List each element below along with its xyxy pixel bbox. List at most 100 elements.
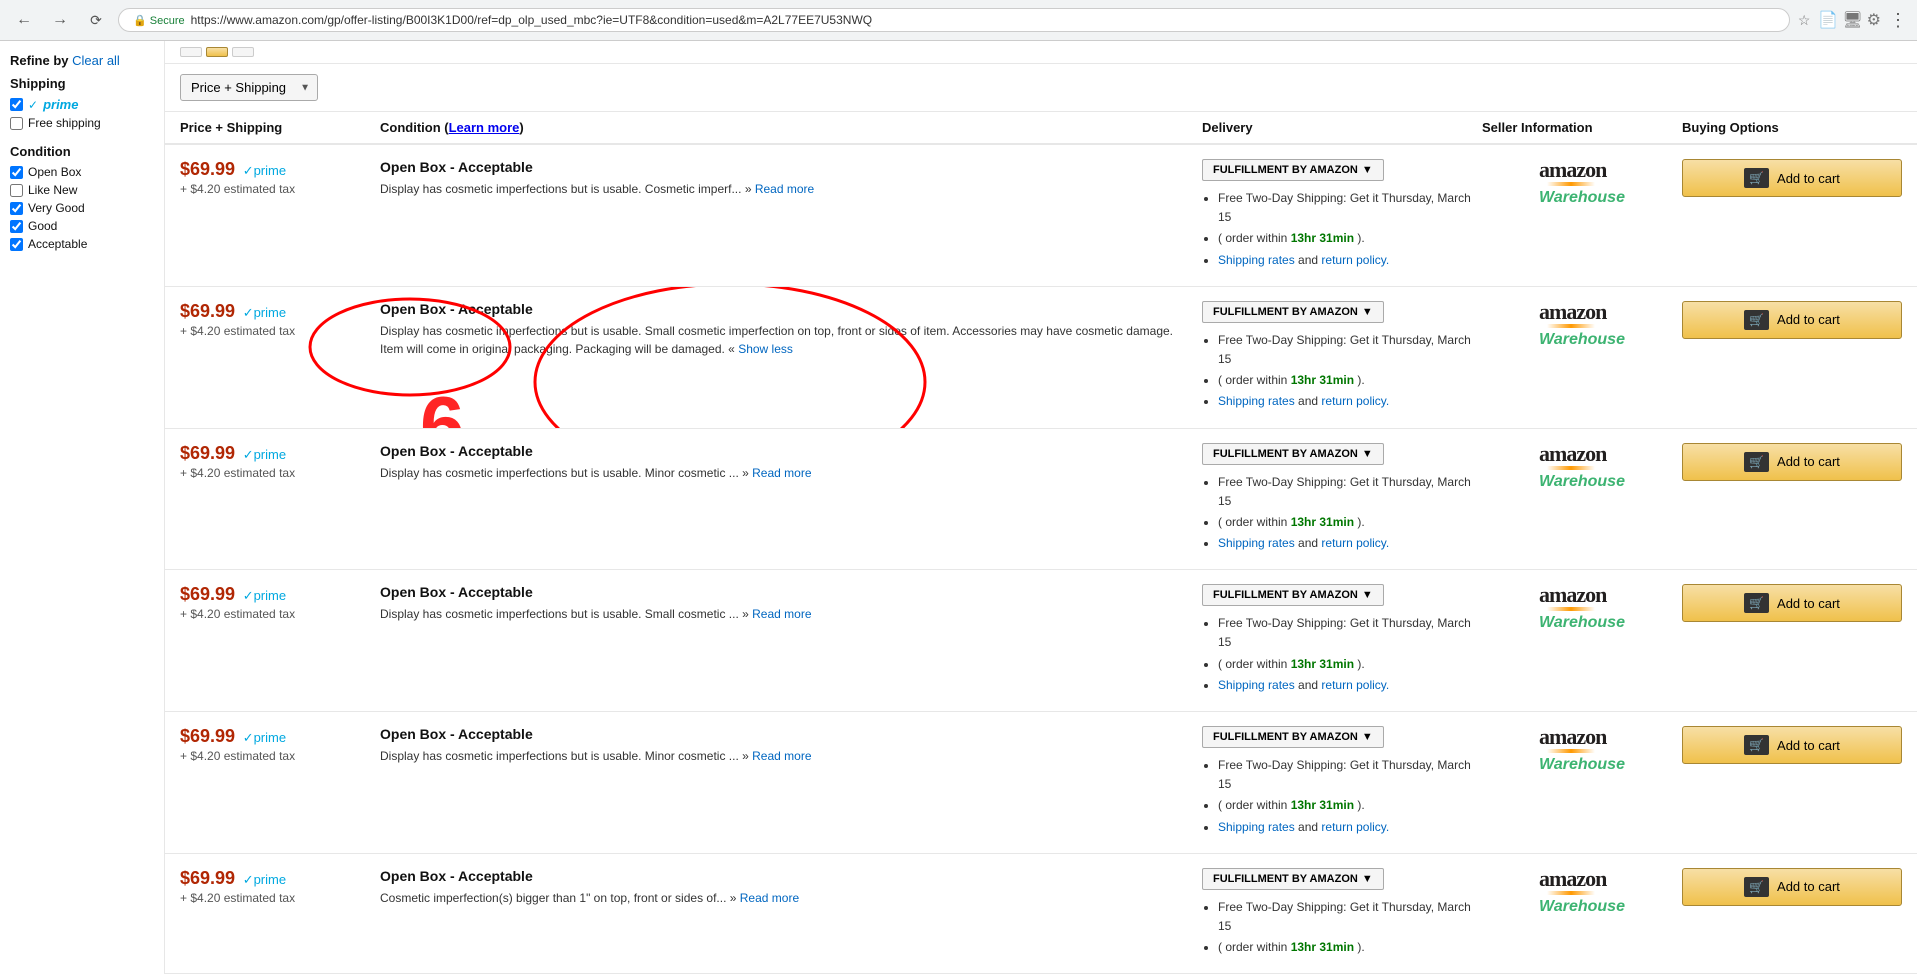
price-col-4: $69.99 ✓prime + $4.20 estimated tax <box>180 584 380 621</box>
delivery-list: Free Two-Day Shipping: Get it Thursday, … <box>1202 189 1482 270</box>
delivery-time-val-2: 13hr 31min <box>1291 373 1354 387</box>
buying-col-4: 🛒 Add to cart <box>1682 584 1902 622</box>
condition-likenew-item[interactable]: Like New <box>10 183 154 197</box>
shipping-filter-group: Shipping ✓ prime Free shipping <box>10 76 154 130</box>
return-policy-link[interactable]: return policy. <box>1321 253 1389 267</box>
address-bar[interactable]: 🔒 Secure https://www.amazon.com/gp/offer… <box>118 8 1790 32</box>
sort-select-wrap[interactable]: Price + Shipping Price Shipping Conditio… <box>180 74 318 101</box>
prime-checkbox[interactable] <box>10 98 23 111</box>
add-to-cart-button-5[interactable]: 🛒 Add to cart <box>1682 726 1902 764</box>
condition-title-highlighted: Open Box - Acceptable <box>380 301 1192 317</box>
condition-title-6: Open Box - Acceptable <box>380 868 1192 884</box>
ext-icon-1[interactable]: 📄 <box>1818 10 1838 30</box>
shipping-rates-link-5[interactable]: Shipping rates <box>1218 820 1295 834</box>
fulfillment-button-highlighted[interactable]: FULFILLMENT BY AMAZON ▼ <box>1202 301 1384 323</box>
listing-row: $69.99 ✓prime + $4.20 estimated tax Open… <box>165 145 1917 287</box>
free-shipping-filter-item[interactable]: Free shipping <box>10 116 154 130</box>
free-shipping-label: Free shipping <box>28 116 101 130</box>
condition-desc-highlighted: Display has cosmetic imperfections but i… <box>380 322 1192 358</box>
page-btn-2[interactable] <box>206 47 228 57</box>
read-more-link-4[interactable]: Read more <box>752 607 811 621</box>
condition-good-item[interactable]: Good <box>10 219 154 233</box>
main-content: Price + Shipping Price Shipping Conditio… <box>165 41 1917 974</box>
price-col-6: $69.99 ✓prime + $4.20 estimated tax <box>180 868 380 905</box>
shipping-rates-link[interactable]: Shipping rates <box>1218 253 1295 267</box>
shipping-rates-link-2[interactable]: Shipping rates <box>1218 394 1295 408</box>
cart-icon-2: 🛒 <box>1744 310 1769 330</box>
prime-badge-highlighted: ✓prime <box>243 305 286 320</box>
sort-select[interactable]: Price + Shipping Price Shipping Conditio… <box>180 74 318 101</box>
dropdown-arrow-icon-6: ▼ <box>1362 873 1373 885</box>
prime-badge-5: ✓prime <box>243 730 286 745</box>
delivery-time-val-4: 13hr 31min <box>1291 657 1354 671</box>
price-tax-6: + $4.20 estimated tax <box>180 891 380 905</box>
price-value-6: $69.99 <box>180 868 235 888</box>
fulfillment-button-6[interactable]: FULFILLMENT BY AMAZON ▼ <box>1202 868 1384 890</box>
condition-openbox-checkbox[interactable] <box>10 166 23 179</box>
bookmark-icon[interactable]: ☆ <box>1798 12 1811 29</box>
back-button[interactable]: ← <box>10 6 38 34</box>
show-less-link[interactable]: Show less <box>738 342 793 356</box>
seller-col-5: amazon Warehouse <box>1482 726 1682 774</box>
delivery-shipping-2: Free Two-Day Shipping: Get it Thursday, … <box>1218 331 1482 369</box>
return-policy-link-4[interactable]: return policy. <box>1321 678 1389 692</box>
condition-acceptable-checkbox[interactable] <box>10 238 23 251</box>
menu-icon[interactable]: ⋮ <box>1889 10 1907 31</box>
read-more-link-6[interactable]: Read more <box>740 891 799 905</box>
condition-col-6: Open Box - Acceptable Cosmetic imperfect… <box>380 868 1202 907</box>
delivery-list-6: Free Two-Day Shipping: Get it Thursday, … <box>1202 898 1482 958</box>
add-to-cart-button-4[interactable]: 🛒 Add to cart <box>1682 584 1902 622</box>
delivery-time-val-5: 13hr 31min <box>1291 798 1354 812</box>
condition-verygood-label: Very Good <box>28 201 85 215</box>
condition-openbox-item[interactable]: Open Box <box>10 165 154 179</box>
return-policy-link-2[interactable]: return policy. <box>1321 394 1389 408</box>
return-policy-link-3[interactable]: return policy. <box>1321 536 1389 550</box>
reload-button[interactable]: ⟳ <box>82 6 110 34</box>
free-shipping-checkbox[interactable] <box>10 117 23 130</box>
fulfillment-button-5[interactable]: FULFILLMENT BY AMAZON ▼ <box>1202 726 1384 748</box>
fulfillment-button[interactable]: FULFILLMENT BY AMAZON ▼ <box>1202 159 1384 181</box>
read-more-link-3[interactable]: Read more <box>752 466 811 480</box>
fulfillment-button-3[interactable]: FULFILLMENT BY AMAZON ▼ <box>1202 443 1384 465</box>
price-tax-3: + $4.20 estimated tax <box>180 466 380 480</box>
learn-more-link[interactable]: Learn more <box>449 120 520 135</box>
add-to-cart-button[interactable]: 🛒 Add to cart <box>1682 159 1902 197</box>
return-policy-link-5[interactable]: return policy. <box>1321 820 1389 834</box>
add-to-cart-button-6[interactable]: 🛒 Add to cart <box>1682 868 1902 906</box>
add-to-cart-button-3[interactable]: 🛒 Add to cart <box>1682 443 1902 481</box>
delivery-policy-4: Shipping rates and return policy. <box>1218 676 1482 695</box>
forward-button[interactable]: → <box>46 6 74 34</box>
condition-likenew-checkbox[interactable] <box>10 184 23 197</box>
shipping-rates-link-4[interactable]: Shipping rates <box>1218 678 1295 692</box>
ext-icon-3[interactable]: ⚙ <box>1867 10 1881 30</box>
read-more-link-5[interactable]: Read more <box>752 749 811 763</box>
price-col-highlighted: $69.99 ✓prime + $4.20 estimated tax <box>180 301 380 338</box>
delivery-shipping-5: Free Two-Day Shipping: Get it Thursday, … <box>1218 756 1482 794</box>
buying-col-highlighted: 🛒 Add to cart <box>1682 301 1902 339</box>
condition-good-checkbox[interactable] <box>10 220 23 233</box>
shipping-rates-link-3[interactable]: Shipping rates <box>1218 536 1295 550</box>
condition-verygood-checkbox[interactable] <box>10 202 23 215</box>
price-value-4: $69.99 <box>180 584 235 604</box>
condition-acceptable-item[interactable]: Acceptable <box>10 237 154 251</box>
svg-text:6: 6 <box>420 380 465 428</box>
condition-verygood-item[interactable]: Very Good <box>10 201 154 215</box>
page-btn-1[interactable] <box>180 47 202 57</box>
delivery-item-shipping: Free Two-Day Shipping: Get it Thursday, … <box>1218 189 1482 227</box>
fulfillment-button-4[interactable]: FULFILLMENT BY AMAZON ▼ <box>1202 584 1384 606</box>
delivery-list-highlighted: Free Two-Day Shipping: Get it Thursday, … <box>1202 331 1482 412</box>
seller-col-4: amazon Warehouse <box>1482 584 1682 632</box>
add-to-cart-button-2[interactable]: 🛒 Add to cart <box>1682 301 1902 339</box>
prime-badge-3: ✓prime <box>243 447 286 462</box>
delivery-col-3: FULFILLMENT BY AMAZON ▼ Free Two-Day Shi… <box>1202 443 1482 556</box>
clear-all-link[interactable]: Clear all <box>72 53 120 68</box>
amazon-text-3: amazon <box>1539 443 1606 465</box>
ext-icon-2[interactable]: 🖥 <box>1842 10 1862 30</box>
page-btn-3[interactable] <box>232 47 254 57</box>
sort-bar: Price + Shipping Price Shipping Conditio… <box>165 64 1917 112</box>
read-more-link[interactable]: Read more <box>755 182 814 196</box>
prime-filter-item[interactable]: ✓ prime <box>10 97 154 112</box>
buying-col-3: 🛒 Add to cart <box>1682 443 1902 481</box>
col-header-seller: Seller Information <box>1482 120 1682 135</box>
delivery-shipping-3: Free Two-Day Shipping: Get it Thursday, … <box>1218 473 1482 511</box>
